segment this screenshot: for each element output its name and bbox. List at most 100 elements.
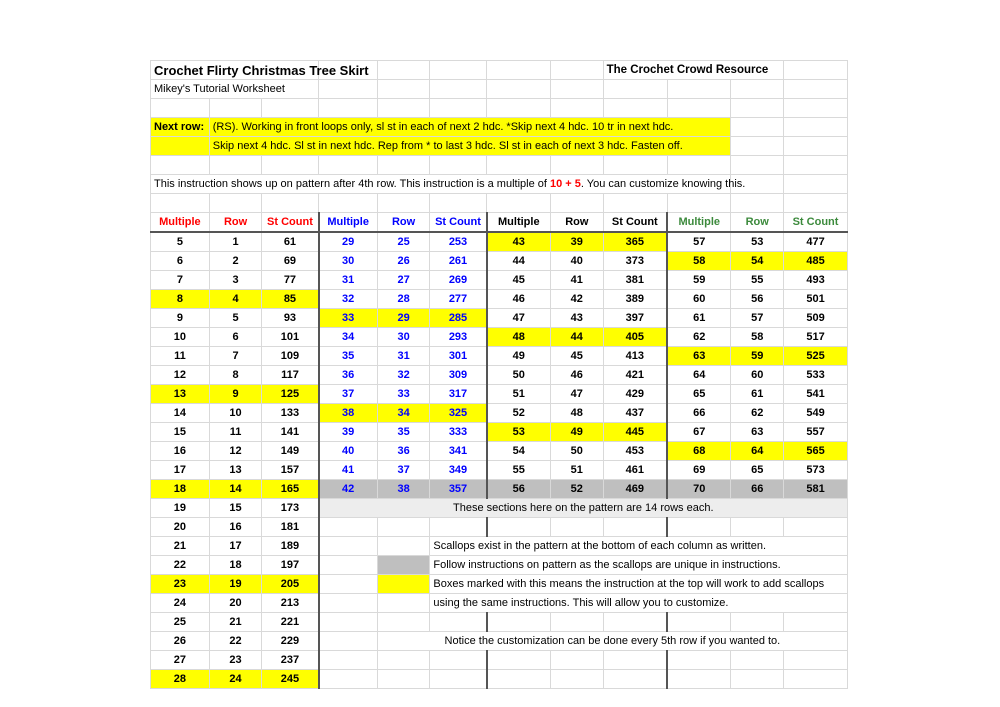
empty-cell <box>429 79 488 99</box>
data-cell-multiple: 12 <box>150 365 210 385</box>
data-cell-row: 47 <box>550 384 604 404</box>
data-cell-row: 3 <box>208 270 263 290</box>
empty-cell <box>666 612 732 632</box>
table-row: 20 16 181 <box>150 517 848 537</box>
empty-cell <box>486 193 552 213</box>
data-cell-multiple: 36 <box>317 365 378 385</box>
data-cell-st-count: 213 <box>261 593 320 613</box>
data-cell-st-count: 557 <box>783 422 848 442</box>
legend-swatch-gray <box>376 555 431 575</box>
data-cell-multiple: 64 <box>666 365 732 385</box>
data-cell-row: 9 <box>208 384 263 404</box>
data-cell-row: 62 <box>730 403 785 423</box>
column-header-group1-multiple: Multiple <box>150 212 210 233</box>
empty-cell <box>602 650 668 670</box>
data-cell-row: 56 <box>730 289 785 309</box>
data-cell-multiple: 52 <box>485 403 552 423</box>
empty-cell <box>429 155 488 175</box>
data-cell-multiple: 67 <box>666 422 732 442</box>
data-cell-st-count: 349 <box>429 460 488 480</box>
data-cell-st-count: 421 <box>602 365 668 385</box>
empty-cell <box>376 79 431 99</box>
data-cell-row: 31 <box>376 346 431 366</box>
title-row: Crochet Flirty Christmas Tree Skirt The C… <box>149 60 848 80</box>
data-cell-multiple: 29 <box>317 231 378 252</box>
data-cell-row: 22 <box>208 631 263 651</box>
empty-cell <box>150 98 210 118</box>
data-cell-row: 12 <box>208 441 263 461</box>
data-cell-multiple: 10 <box>150 327 210 347</box>
note-n4: Boxes marked with this means the instruc… <box>429 574 848 594</box>
data-cell-st-count: 365 <box>602 231 668 252</box>
data-cell-st-count: 173 <box>261 498 320 518</box>
data-cell-multiple: 22 <box>150 555 210 575</box>
instruction-line-2: Skip next 4 hdc. Sl st in next hdc. Rep … <box>208 136 732 156</box>
data-cell-row: 4 <box>208 289 263 309</box>
data-cell-st-count: 301 <box>429 346 488 366</box>
empty-cell <box>486 155 552 175</box>
empty-cell <box>550 612 604 632</box>
data-cell-st-count: 357 <box>429 479 488 499</box>
data-cell-st-count: 541 <box>783 384 848 404</box>
table-row: 28 24 245 <box>150 669 848 689</box>
empty-cell <box>783 79 848 99</box>
empty-cell <box>730 155 785 175</box>
empty-cell <box>666 669 732 689</box>
empty-cell <box>485 517 552 537</box>
data-cell-row: 23 <box>208 650 263 670</box>
data-cell-st-count: 397 <box>602 308 668 328</box>
data-cell-multiple: 59 <box>666 270 732 290</box>
data-cell-multiple: 17 <box>150 460 210 480</box>
data-cell-st-count: 517 <box>783 327 848 347</box>
data-cell-multiple: 19 <box>150 498 210 518</box>
data-cell-st-count: 181 <box>261 517 320 537</box>
empty-cell <box>783 98 848 118</box>
data-cell-row: 44 <box>550 327 604 347</box>
data-cell-st-count: 469 <box>602 479 668 499</box>
data-cell-st-count: 197 <box>261 555 320 575</box>
empty-cell <box>208 155 263 175</box>
data-cell-row: 21 <box>208 612 263 632</box>
empty-cell <box>783 669 848 689</box>
data-cell-st-count: 581 <box>783 479 848 499</box>
data-cell-multiple: 62 <box>666 327 732 347</box>
data-cell-multiple: 54 <box>485 441 552 461</box>
note-pre: This instruction shows up on pattern aft… <box>154 178 550 190</box>
data-cell-st-count: 253 <box>429 231 488 252</box>
empty-cell <box>150 155 210 175</box>
data-cell-multiple: 37 <box>317 384 378 404</box>
empty-cell <box>783 60 848 80</box>
empty-cell <box>550 60 604 80</box>
empty-cell <box>318 155 378 175</box>
page-subtitle: Mikey's Tutorial Worksheet <box>149 79 320 99</box>
data-cell-st-count: 277 <box>429 289 488 309</box>
data-cell-row: 8 <box>208 365 263 385</box>
empty-cell <box>602 98 668 118</box>
data-cell-st-count: 141 <box>261 422 320 442</box>
data-cell-st-count: 549 <box>783 403 848 423</box>
data-cell-st-count: 61 <box>261 231 320 252</box>
empty-cell <box>550 79 604 99</box>
data-cell-st-count: 477 <box>783 231 848 252</box>
data-cell-multiple: 6 <box>150 251 210 271</box>
data-cell-st-count: 109 <box>261 346 320 366</box>
empty-cell <box>317 574 378 594</box>
data-cell-row: 30 <box>376 327 431 347</box>
table-row: 10 6 101 34 30 293 48 44 405 62 58 517 <box>150 327 848 347</box>
data-cell-multiple: 40 <box>317 441 378 461</box>
data-cell-multiple: 32 <box>317 289 378 309</box>
data-cell-multiple: 66 <box>666 403 732 423</box>
data-cell-st-count: 317 <box>429 384 488 404</box>
empty-cell <box>317 536 378 556</box>
data-cell-row: 42 <box>550 289 604 309</box>
empty-cell <box>317 631 378 651</box>
data-cell-st-count: 333 <box>429 422 488 442</box>
table-row: 26 22 229 Notice the customization can be d… <box>150 631 849 651</box>
empty-cell <box>429 60 488 80</box>
data-cell-row: 48 <box>550 403 604 423</box>
data-cell-multiple: 23 <box>150 574 210 594</box>
data-cell-row: 41 <box>550 270 604 290</box>
empty-cell <box>730 517 785 537</box>
data-cell-st-count: 101 <box>261 327 320 347</box>
data-cell-multiple: 57 <box>666 231 732 252</box>
